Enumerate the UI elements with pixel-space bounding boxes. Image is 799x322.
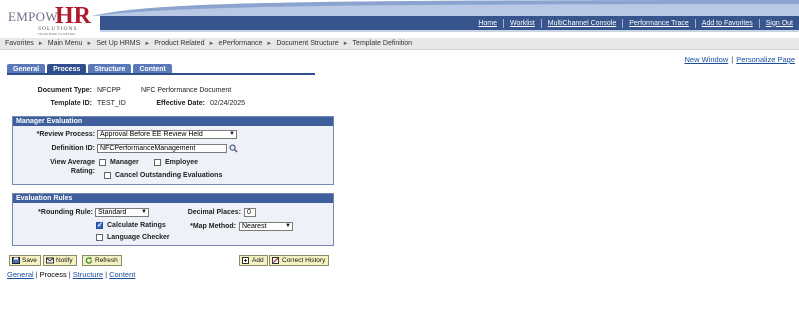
bottom-link-process: Process	[39, 270, 67, 279]
evaluation-rules-title: Evaluation Rules	[13, 194, 333, 203]
map-method-label: *Map Method:	[190, 223, 236, 230]
new-window-link[interactable]: New Window	[684, 55, 728, 64]
language-checker-label: Language Checker	[107, 234, 170, 241]
rounding-rule-label: *Rounding Rule:	[38, 209, 93, 216]
save-icon	[12, 257, 20, 264]
breadcrumb-product-related[interactable]: Product Related	[154, 40, 204, 47]
chevron-right-icon: ►	[86, 40, 93, 47]
performance-trace-link[interactable]: Performance Trace	[623, 20, 695, 27]
employee-checkbox[interactable]	[154, 159, 161, 166]
breadcrumb-favorites[interactable]: Favorites	[5, 40, 34, 47]
notify-icon	[46, 257, 54, 264]
manager-evaluation-group: Manager Evaluation *Review Process: Appr…	[12, 116, 334, 185]
map-method-select[interactable]: Nearest ▼	[239, 222, 293, 231]
cancel-outstanding-evaluations-label: Cancel Outstanding Evaluations	[115, 172, 223, 179]
bottom-link-structure[interactable]: Structure	[73, 270, 103, 279]
rounding-rule-select[interactable]: Standard ▼	[95, 208, 149, 217]
view-average-rating-label-line2: Rating:	[70, 168, 95, 175]
chevron-right-icon: ►	[144, 40, 151, 47]
evaluation-rules-group: Evaluation Rules *Rounding Rule: Standar…	[12, 193, 334, 246]
effective-date-label: Effective Date:	[156, 100, 205, 107]
empowhr-logo: EMPOW HR SOLUTIONS FROM HIRE TO RETIRE	[8, 3, 91, 36]
personalize-page-link[interactable]: Personalize Page	[736, 55, 795, 64]
correct-history-icon	[272, 257, 280, 264]
chevron-down-icon: ▼	[229, 131, 235, 137]
search-icon[interactable]	[229, 144, 238, 153]
sign-out-link[interactable]: Sign Out	[760, 20, 799, 27]
save-button[interactable]: Save	[9, 255, 41, 266]
header-banner: EMPOW HR SOLUTIONS FROM HIRE TO RETIRE H…	[0, 0, 799, 38]
add-to-favorites-link[interactable]: Add to Favorites	[696, 20, 759, 27]
review-process-select[interactable]: Approval Before EE Review Held ▼	[97, 130, 237, 139]
document-type-label: Document Type:	[37, 87, 92, 94]
document-type-value: NFCPP	[97, 87, 121, 94]
top-navigation: Home Worklist MultiChannel Console Perfo…	[100, 16, 799, 30]
decimal-places-input[interactable]: 0	[244, 208, 256, 217]
multichannel-console-link[interactable]: MultiChannel Console	[542, 20, 622, 27]
add-icon	[242, 257, 250, 264]
breadcrumb-template-definition[interactable]: Template Definition	[353, 40, 413, 47]
definition-id-label: Definition ID:	[51, 145, 95, 152]
home-link[interactable]: Home	[472, 20, 503, 27]
employee-checkbox-label: Employee	[165, 159, 199, 166]
chevron-down-icon: ▼	[141, 209, 147, 215]
chevron-right-icon: ►	[208, 40, 215, 47]
review-process-label: *Review Process:	[36, 131, 95, 138]
banner-swoosh	[92, 0, 799, 16]
chevron-right-icon: ►	[266, 40, 273, 47]
calculate-ratings-label: Calculate Ratings	[107, 222, 166, 229]
calculate-ratings-checkbox[interactable]	[96, 221, 103, 229]
add-button[interactable]: Add	[239, 255, 268, 266]
cancel-outstanding-evaluations-checkbox[interactable]	[104, 172, 111, 179]
template-id-label: Template ID:	[50, 100, 93, 107]
breadcrumb-eperformance[interactable]: ePerformance	[218, 40, 262, 47]
breadcrumb: Favorites ► Main Menu ► Set Up HRMS ► Pr…	[0, 38, 799, 50]
breadcrumb-document-structure[interactable]: Document Structure	[276, 40, 338, 47]
decimal-places-label: Decimal Places:	[187, 209, 241, 216]
breadcrumb-set-up-hrms[interactable]: Set Up HRMS	[96, 40, 140, 47]
template-id-value: TEST_ID	[97, 100, 126, 107]
breadcrumb-main-menu[interactable]: Main Menu	[48, 40, 83, 47]
bottom-page-links: General | Process | Structure | Content	[7, 270, 136, 279]
manager-checkbox-label: Manager	[110, 159, 139, 166]
language-checker-checkbox[interactable]	[96, 234, 103, 241]
chevron-right-icon: ►	[37, 40, 44, 47]
manager-checkbox[interactable]	[99, 159, 106, 166]
correct-history-button[interactable]: Correct History	[269, 255, 330, 266]
document-type-description: NFC Performance Document	[141, 87, 232, 94]
effective-date-value: 02/24/2025	[210, 100, 246, 107]
notify-button[interactable]: Notify	[43, 255, 77, 266]
page-links: New Window | Personalize Page	[684, 55, 795, 64]
definition-id-input[interactable]: NFCPerformanceManagement	[97, 144, 227, 153]
bottom-link-general[interactable]: General	[7, 270, 34, 279]
bottom-link-content[interactable]: Content	[109, 270, 135, 279]
refresh-icon	[85, 257, 93, 264]
refresh-button[interactable]: Refresh	[82, 255, 122, 266]
view-average-rating-label-line1: View Average	[50, 159, 95, 166]
worklist-link[interactable]: Worklist	[504, 20, 541, 27]
chevron-right-icon: ►	[342, 40, 349, 47]
chevron-down-icon: ▼	[285, 223, 291, 229]
manager-evaluation-title: Manager Evaluation	[13, 117, 333, 126]
